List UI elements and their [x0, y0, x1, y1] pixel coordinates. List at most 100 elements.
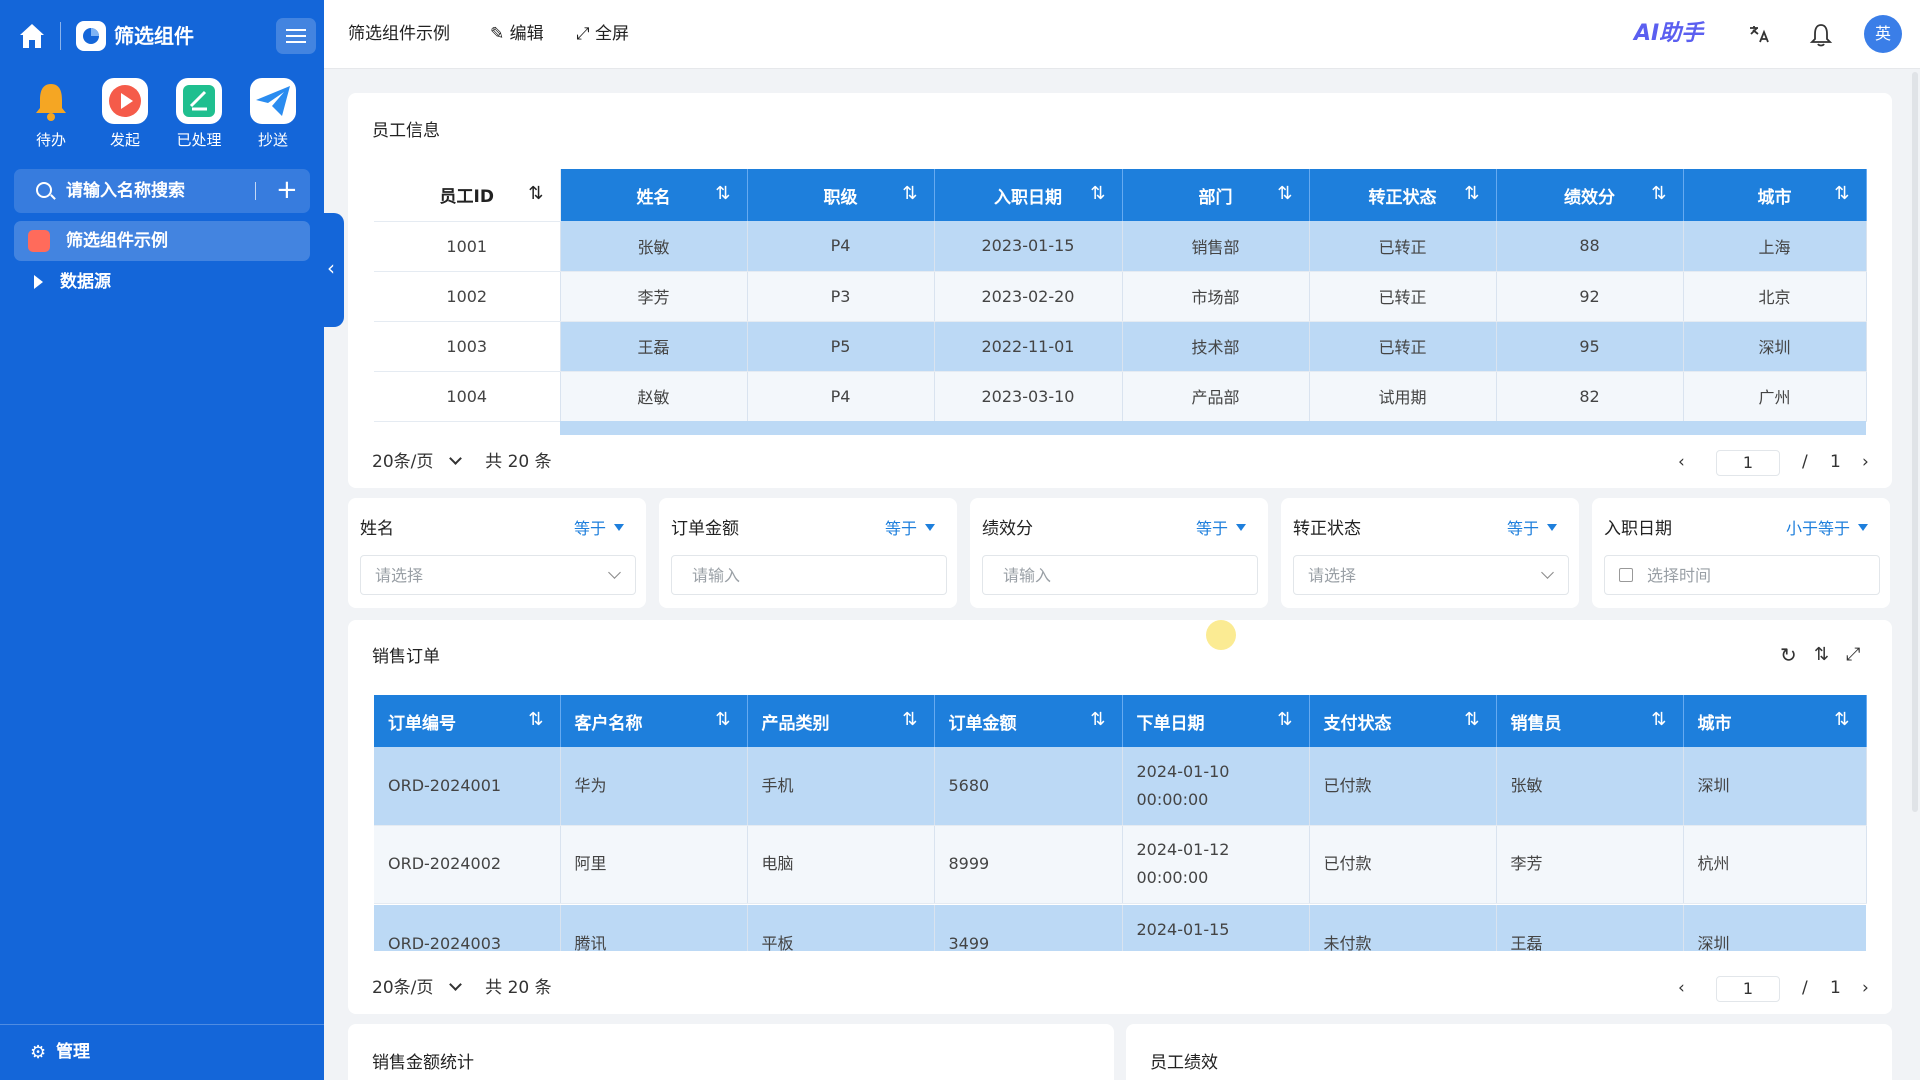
edit-button[interactable]: ✎ 编辑	[490, 23, 544, 45]
prev-page-icon[interactable]: ‹	[1678, 976, 1685, 1000]
table-row[interactable]: 1001 张敏 P4 2023-01-15 销售部 已转正 88 上海	[374, 221, 1867, 272]
column-header[interactable]: 客户名称 ⇅	[560, 695, 748, 747]
sidebar-collapse-button[interactable]: ‹	[324, 213, 344, 327]
chevron-down-icon[interactable]	[448, 452, 462, 465]
filter-label: 入职日期	[1604, 519, 1672, 539]
table-row[interactable]: 1002 李芳 P3 2023-02-20 市场部 已转正 92 北京	[374, 271, 1867, 322]
sort-icon[interactable]: ⇅	[902, 709, 917, 731]
sort-icon[interactable]: ⇅	[1464, 709, 1479, 731]
translate-icon[interactable]	[1746, 22, 1772, 48]
sort-icon[interactable]: ⇅	[1814, 644, 1829, 666]
sidebar: 筛选组件 待办 发起 已处理 抄送 请输入名称搜索 + 筛选组件示例 数据源 ⚙…	[0, 0, 324, 1080]
fullscreen-label: 全屏	[595, 24, 630, 44]
expand-icon: ⤢	[576, 24, 590, 44]
orders-card-title: 销售订单	[372, 647, 440, 667]
table-header-row: 员工ID ⇅ 姓名 ⇅ 职级 ⇅ 入职日期 ⇅ 部门 ⇅ 转正状态 ⇅ 绩效分 ⇅ 城市 ⇅	[374, 169, 1867, 222]
orders-table-overflow: ORD-2024003 腾讯 平板 3499 2024-01-15 00:00:…	[374, 905, 1866, 951]
sort-icon[interactable]: ⇅	[715, 709, 730, 731]
search-input[interactable]: 请输入名称搜索	[66, 180, 185, 202]
column-header[interactable]: 城市 ⇅	[1683, 695, 1867, 747]
column-header[interactable]: 部门 ⇅	[1122, 169, 1310, 221]
sort-icon[interactable]: ⇅	[1651, 183, 1666, 205]
table-row[interactable]: ORD-2024001 华为 手机 5680 2024-01-10 00:00:…	[374, 747, 1867, 826]
sidebar-search[interactable]: 请输入名称搜索 +	[14, 169, 310, 213]
sort-icon[interactable]: ⇅	[528, 183, 543, 205]
filter-operator-select[interactable]: 等于	[574, 518, 624, 540]
page-number-input[interactable]: 1	[1716, 450, 1780, 476]
column-header[interactable]: 入职日期 ⇅	[934, 169, 1123, 221]
quick-done-button[interactable]: 已处理	[169, 78, 229, 150]
filter-operator-select[interactable]: 等于	[885, 518, 935, 540]
add-icon[interactable]: +	[276, 175, 298, 205]
column-header[interactable]: 员工ID ⇅	[374, 169, 561, 222]
sort-icon[interactable]: ⇅	[1277, 183, 1292, 205]
sidebar-item-filter-demo[interactable]: 筛选组件示例	[14, 221, 310, 261]
filter-input[interactable]: 请输入	[671, 555, 947, 595]
sort-icon[interactable]: ⇅	[1834, 709, 1849, 731]
quick-label: 待办	[35, 131, 66, 149]
column-header[interactable]: 下单日期 ⇅	[1122, 695, 1310, 747]
filter-order-amount: 订单金额 等于 请输入	[659, 498, 957, 608]
filter-operator-select[interactable]: 小于等于	[1786, 518, 1868, 540]
sort-icon[interactable]: ⇅	[528, 709, 543, 731]
avatar[interactable]: 英	[1864, 15, 1902, 53]
column-header[interactable]: 转正状态 ⇅	[1309, 169, 1497, 221]
menu-toggle-icon[interactable]	[276, 18, 316, 54]
filter-select[interactable]: 请选择	[1293, 555, 1569, 595]
page-size-select[interactable]: 20条/页	[372, 978, 433, 998]
next-page-icon[interactable]: ›	[1862, 976, 1869, 1000]
sort-icon[interactable]: ⇅	[715, 183, 730, 205]
sort-icon[interactable]: ⇅	[1834, 183, 1849, 205]
fullscreen-button[interactable]: ⤢ 全屏	[576, 23, 629, 45]
filter-operator-select[interactable]: 等于	[1507, 518, 1557, 540]
column-header[interactable]: 绩效分 ⇅	[1496, 169, 1684, 221]
prev-page-icon[interactable]: ‹	[1678, 450, 1685, 474]
filter-operator-select[interactable]: 等于	[1196, 518, 1246, 540]
chevron-down-icon[interactable]	[448, 978, 462, 991]
sort-icon[interactable]: ⇅	[1090, 183, 1105, 205]
column-header[interactable]: 支付状态 ⇅	[1309, 695, 1497, 747]
quick-label: 已处理	[176, 131, 222, 149]
table-cell: 北京	[1683, 271, 1867, 322]
column-header[interactable]: 职级 ⇅	[747, 169, 935, 221]
sidebar-tree-label: 数据源	[60, 272, 111, 292]
ai-assistant-button[interactable]: AI助手	[1634, 20, 1703, 48]
sort-icon[interactable]: ⇅	[1651, 709, 1666, 731]
date-picker[interactable]: 选择时间	[1604, 555, 1880, 595]
bell-icon[interactable]	[1808, 22, 1834, 48]
gear-icon: ⚙	[30, 1042, 47, 1063]
caret-right-icon[interactable]	[34, 275, 43, 289]
column-header[interactable]: 订单金额 ⇅	[934, 695, 1123, 747]
page-number-input[interactable]: 1	[1716, 976, 1780, 1002]
sort-icon[interactable]: ⇅	[1090, 709, 1105, 731]
table-row[interactable]: ORD-2024002 阿里 电脑 8999 2024-01-12 00:00:…	[374, 825, 1867, 904]
page-scrollbar[interactable]	[1912, 72, 1918, 812]
home-icon[interactable]	[16, 20, 48, 52]
table-row[interactable]: 1003 王磊 P5 2022-11-01 技术部 已转正 95 深圳	[374, 321, 1867, 372]
sort-icon[interactable]: ⇅	[1277, 709, 1292, 731]
expand-icon[interactable]: ⤢	[1846, 644, 1860, 666]
column-header[interactable]: 城市 ⇅	[1683, 169, 1867, 221]
sort-icon[interactable]: ⇅	[902, 183, 917, 205]
sidebar-footer[interactable]: ⚙ 管理	[0, 1024, 324, 1080]
pencil-icon: ✎	[490, 24, 505, 44]
quick-todo-button[interactable]: 待办	[21, 78, 81, 150]
total-pages: 1	[1830, 452, 1841, 472]
table-cell: 杭州	[1683, 825, 1867, 904]
column-header[interactable]: 产品类别 ⇅	[747, 695, 935, 747]
quick-cc-button[interactable]: 抄送	[243, 78, 303, 150]
table-row[interactable]: ORD-2024003 腾讯 平板 3499 2024-01-15 00:00:…	[374, 905, 1866, 951]
column-header[interactable]: 订单编号 ⇅	[374, 695, 561, 747]
quick-start-button[interactable]: 发起	[95, 78, 155, 150]
sort-icon[interactable]: ⇅	[1464, 183, 1479, 205]
table-cell: 8999	[934, 825, 1123, 904]
send-icon	[250, 78, 296, 124]
filter-input[interactable]: 请输入	[982, 555, 1258, 595]
filter-select[interactable]: 请选择	[360, 555, 636, 595]
next-page-icon[interactable]: ›	[1862, 450, 1869, 474]
column-header[interactable]: 销售员 ⇅	[1496, 695, 1684, 747]
column-header[interactable]: 姓名 ⇅	[560, 169, 748, 221]
page-size-select[interactable]: 20条/页	[372, 452, 433, 472]
refresh-icon[interactable]: ↻	[1780, 644, 1797, 666]
table-row[interactable]: 1004 赵敏 P4 2023-03-10 产品部 试用期 82 广州	[374, 371, 1867, 422]
